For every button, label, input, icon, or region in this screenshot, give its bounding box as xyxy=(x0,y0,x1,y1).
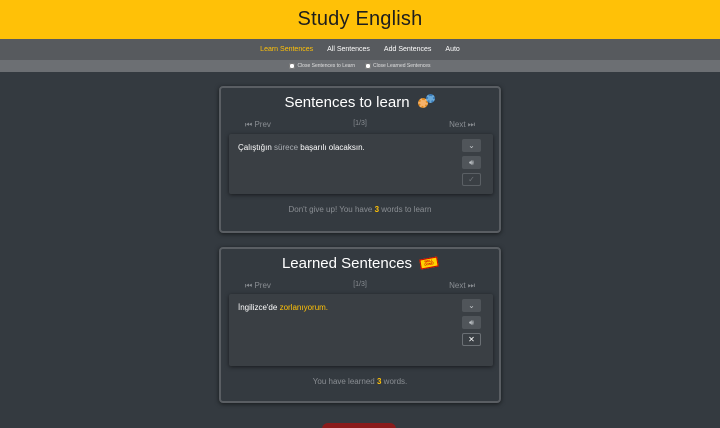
skip-forward-icon: ⏭ xyxy=(467,281,475,290)
sentence-word-highlight: zorlanıyorum. xyxy=(279,303,329,312)
close-learned-checkbox[interactable] xyxy=(365,63,371,69)
progress-text: words to learn xyxy=(381,205,432,214)
panel-title: Learned Sentences xyxy=(281,254,413,272)
close-to-learn-option[interactable]: Close Sentences to Learn xyxy=(289,63,355,69)
pager: ⏮ Prev [1/3] Next ⏭ xyxy=(221,118,499,132)
panel-title: Sentences to learn xyxy=(284,93,410,111)
bottom-action-button[interactable] xyxy=(322,423,396,428)
close-learned-option[interactable]: Close Learned Sentences xyxy=(365,63,431,69)
speaker-icon: 🔊︎ xyxy=(468,317,475,327)
card-actions: ⌄ 🔊︎ ✕ xyxy=(462,299,481,346)
panel-heading: Learned Sentences WELL DONE! xyxy=(221,253,499,273)
sentence-word: Çalıştığın xyxy=(238,143,272,152)
nav-all-sentences[interactable]: All Sentences xyxy=(327,46,370,53)
card-actions: ⌄ 🔊︎ ✓ xyxy=(462,139,481,186)
well-done-badge-icon: WELL DONE! xyxy=(419,256,439,270)
learned-text: You have learned xyxy=(312,377,375,386)
learned-message: You have learned 3 words. xyxy=(221,377,499,386)
close-to-learn-checkbox[interactable] xyxy=(289,63,296,69)
expand-button[interactable]: ⌄ xyxy=(462,299,481,312)
gears-icon xyxy=(417,94,436,110)
filter-bar: Close Sentences to Learn Close Learned S… xyxy=(0,60,720,72)
learned-sentences-panel: Learned Sentences WELL DONE! ⏮ Prev [1/3… xyxy=(219,247,501,403)
learned-count: 3 xyxy=(376,377,382,386)
check-icon: ✓ xyxy=(468,175,475,184)
pager: ⏮ Prev [1/3] Next ⏭ xyxy=(221,279,499,293)
app-title: Study English xyxy=(297,8,423,30)
sentence-text: Çalıştığın sürece başarılı olacaksın. xyxy=(238,143,365,152)
next-label: Next xyxy=(449,120,466,129)
sentence-word: İngilizce'de xyxy=(238,303,278,312)
remove-button[interactable]: ✕ xyxy=(462,333,481,346)
play-audio-button[interactable]: 🔊︎ xyxy=(462,156,481,169)
nav-learn-sentences[interactable]: Learn Sentences xyxy=(260,46,313,53)
skip-forward-icon: ⏭ xyxy=(467,120,475,129)
close-to-learn-label: Close Sentences to Learn xyxy=(297,63,355,69)
app-header: Study English xyxy=(0,0,720,39)
panel-heading: Sentences to learn xyxy=(221,92,499,112)
nav-add-sentences[interactable]: Add Sentences xyxy=(384,46,431,53)
next-button[interactable]: Next ⏭ xyxy=(449,281,475,291)
close-learned-label: Close Learned Sentences xyxy=(373,63,431,69)
words-count: 3 xyxy=(374,205,380,214)
sentence-card: İngilizce'de zorlanıyorum. ⌄ 🔊︎ ✕ xyxy=(229,294,493,366)
progress-text: Don't give up! You have xyxy=(288,205,373,214)
sentence-text: İngilizce'de zorlanıyorum. xyxy=(238,303,328,312)
nav-auto[interactable]: Auto xyxy=(445,46,459,53)
progress-message: Don't give up! You have 3 words to learn xyxy=(221,205,499,214)
expand-button[interactable]: ⌄ xyxy=(462,139,481,152)
mark-learned-button[interactable]: ✓ xyxy=(462,173,481,186)
learned-text: words. xyxy=(383,377,408,386)
sentences-to-learn-panel: Sentences to learn ⏮ Prev [1/3] Next ⏭ Ç… xyxy=(219,86,501,233)
close-icon: ✕ xyxy=(468,335,475,344)
sentence-card: Çalıştığın sürece başarılı olacaksın. ⌄ … xyxy=(229,134,493,194)
sentence-word-muted: sürece xyxy=(274,143,299,152)
chevron-down-icon: ⌄ xyxy=(468,141,475,150)
next-label: Next xyxy=(449,281,466,290)
badge-text: DONE! xyxy=(424,261,435,267)
next-button[interactable]: Next ⏭ xyxy=(449,120,475,130)
main-nav: Learn Sentences All Sentences Add Senten… xyxy=(0,39,720,60)
chevron-down-icon: ⌄ xyxy=(468,301,475,310)
speaker-icon: 🔊︎ xyxy=(468,157,475,167)
sentence-word: başarılı olacaksın. xyxy=(300,143,365,152)
play-audio-button[interactable]: 🔊︎ xyxy=(462,316,481,329)
